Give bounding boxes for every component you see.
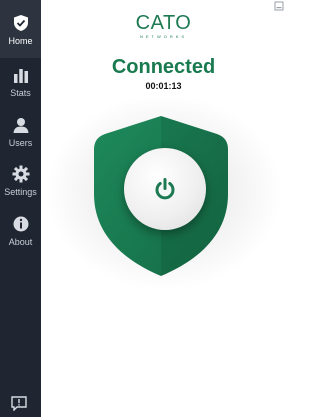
logo: CATO NETWORKS (41, 12, 286, 40)
sidebar-item-settings[interactable]: Settings (0, 165, 41, 197)
logo-text: CATO (135, 12, 192, 34)
sidebar-item-stats[interactable]: Stats (0, 66, 41, 98)
main-panel: CATO NETWORKS Connected 00:01:13 (41, 0, 286, 417)
gear-icon (12, 165, 29, 183)
sidebar: Home Stats Users Settings About (0, 0, 41, 417)
sidebar-item-label: Stats (10, 88, 31, 98)
connection-status: Connected (111, 56, 216, 78)
sidebar-item-label: Home (8, 36, 33, 46)
sidebar-item-label: Settings (4, 187, 37, 197)
minimize-icon[interactable] (273, 0, 285, 12)
bar-chart-icon (13, 69, 28, 83)
connection-timer: 00:01:13 (145, 81, 182, 91)
info-icon (13, 216, 28, 232)
feedback-icon[interactable] (11, 396, 27, 411)
power-icon (155, 178, 175, 200)
sidebar-item-label: Users (8, 138, 33, 148)
sidebar-item-users[interactable]: Users (0, 116, 41, 148)
power-button[interactable] (124, 148, 206, 230)
sidebar-item-home[interactable]: Home (0, 0, 41, 58)
sidebar-item-label: About (8, 237, 33, 247)
sidebar-item-about[interactable]: About (0, 215, 41, 247)
shield-check-icon (13, 15, 28, 31)
user-icon (13, 118, 28, 133)
logo-subtext: NETWORKS (139, 34, 188, 39)
